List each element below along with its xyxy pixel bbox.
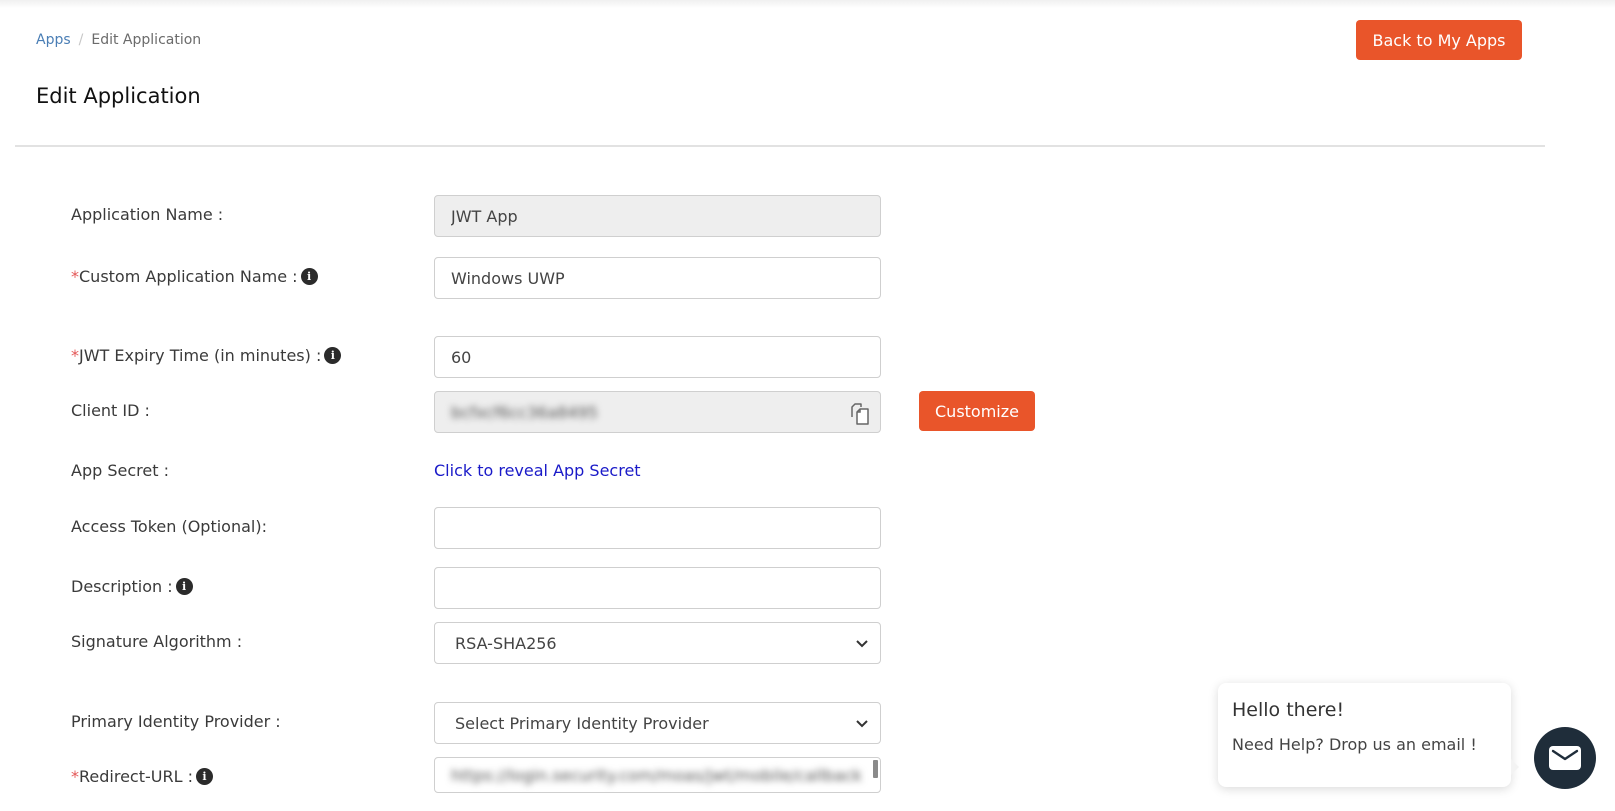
application-name-input[interactable] [434, 195, 881, 237]
signature-algorithm-select[interactable]: RSA-SHA256 [434, 622, 881, 664]
required-marker: * [71, 267, 79, 286]
chevron-down-icon [856, 640, 868, 648]
application-name-label-text: Application Name : [71, 205, 224, 224]
jwt-expiry-time-input[interactable] [434, 336, 881, 378]
chat-help-bubble: Hello there! Need Help? Drop us an email… [1218, 683, 1511, 787]
header-divider [15, 145, 1545, 147]
description-label-text: Description : [71, 577, 173, 596]
client-id-field[interactable]: bcfxcf6cc36a8495 [434, 391, 881, 433]
signature-algorithm-label-text: Signature Algorithm : [71, 632, 243, 651]
chat-email-button[interactable] [1534, 727, 1596, 789]
access-token-label: Access Token (Optional): [71, 517, 267, 536]
chevron-down-icon [856, 720, 868, 728]
info-circle-icon[interactable]: i [195, 768, 213, 785]
breadcrumb-separator: / [78, 32, 84, 48]
chat-greeting: Hello there! [1232, 699, 1345, 721]
primary-identity-provider-label-text: Primary Identity Provider : [71, 712, 281, 731]
required-marker: * [71, 346, 79, 365]
app-secret-label: App Secret : [71, 461, 169, 480]
customize-button[interactable]: Customize [919, 391, 1035, 431]
breadcrumb-current: Edit Application [91, 32, 202, 48]
app-secret-label-text: App Secret : [71, 461, 169, 480]
signature-algorithm-selected: RSA-SHA256 [455, 633, 557, 653]
back-to-my-apps-button[interactable]: Back to My Apps [1356, 20, 1522, 60]
custom-application-name-label-text: Custom Application Name : [79, 267, 298, 286]
textarea-scrollbar[interactable] [873, 760, 878, 778]
signature-algorithm-label: Signature Algorithm : [71, 632, 242, 651]
required-marker: * [71, 767, 79, 786]
custom-application-name-label: * Custom Application Name : i [71, 267, 318, 286]
info-circle-icon[interactable]: i [175, 578, 193, 595]
envelope-icon [1549, 746, 1581, 770]
copy-icon[interactable] [848, 402, 872, 426]
client-id-value: bcfxcf6cc36a8495 [451, 402, 598, 422]
top-shadow [0, 0, 1615, 8]
redirect-url-textarea[interactable]: https://login.security.com/moas/jwt/mobi… [434, 757, 881, 793]
info-circle-icon[interactable]: i [324, 347, 342, 364]
redirect-url-value: https://login.security.com/moas/jwt/mobi… [451, 765, 862, 785]
client-id-label-text: Client ID : [71, 401, 150, 420]
primary-identity-provider-select[interactable]: Select Primary Identity Provider [434, 702, 881, 744]
primary-identity-provider-label: Primary Identity Provider : [71, 712, 281, 731]
access-token-input[interactable] [434, 507, 881, 549]
chat-help-message: Need Help? Drop us an email ! [1232, 735, 1477, 754]
reveal-app-secret-link[interactable]: Click to reveal App Secret [434, 461, 641, 480]
info-circle-icon[interactable]: i [300, 268, 318, 285]
application-name-label: Application Name : [71, 205, 223, 224]
custom-application-name-input[interactable] [434, 257, 881, 299]
description-input[interactable] [434, 567, 881, 609]
access-token-label-text: Access Token (Optional): [71, 517, 267, 536]
jwt-expiry-time-label-text: JWT Expiry Time (in minutes) : [79, 346, 322, 365]
jwt-expiry-time-label: * JWT Expiry Time (in minutes) : i [71, 346, 342, 365]
redirect-url-label: * Redirect-URL : i [71, 767, 213, 786]
breadcrumb-apps-link[interactable]: Apps [36, 32, 71, 48]
redirect-url-label-text: Redirect-URL : [79, 767, 193, 786]
description-label: Description : i [71, 577, 193, 596]
chat-bubble-tail [1511, 759, 1519, 775]
breadcrumb: Apps / Edit Application [36, 32, 201, 48]
primary-identity-provider-selected: Select Primary Identity Provider [455, 713, 709, 733]
page-title: Edit Application [36, 84, 201, 108]
client-id-label: Client ID : [71, 401, 150, 420]
